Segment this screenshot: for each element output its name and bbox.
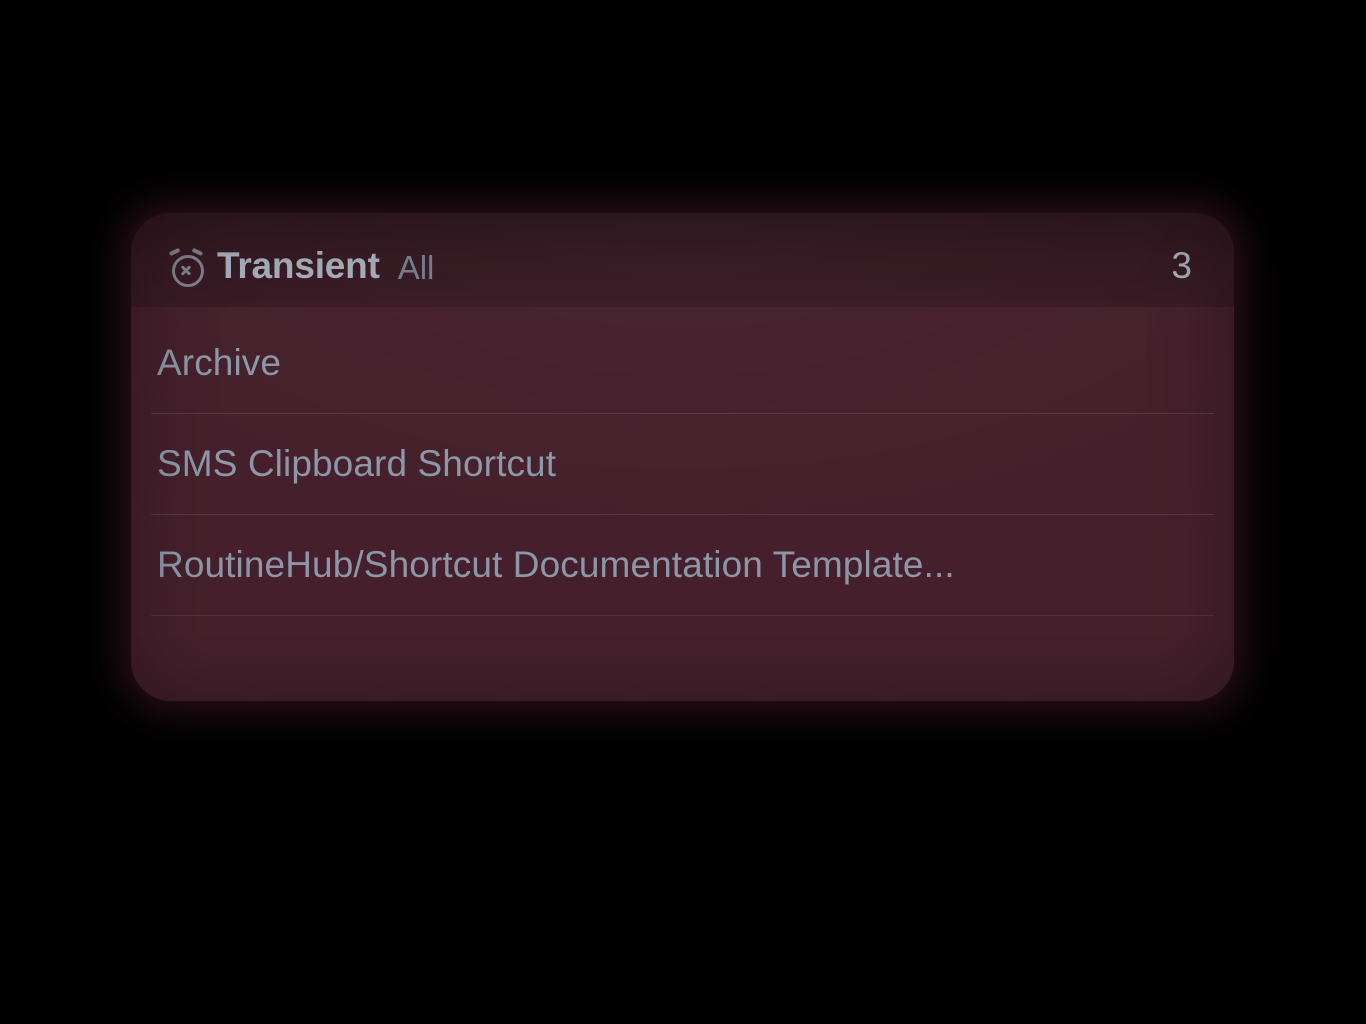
widget-list: Archive SMS Clipboard Shortcut RoutineHu… [131, 307, 1234, 616]
header-icon-wrap [161, 249, 211, 283]
alarm-cancel-icon [167, 249, 205, 283]
list-item[interactable]: SMS Clipboard Shortcut [151, 414, 1214, 515]
widget-item-count: 3 [1171, 245, 1198, 287]
notes-widget-transient[interactable]: Transient All 3 Archive SMS Clipboard Sh… [131, 213, 1234, 701]
widget-title: Transient [217, 245, 380, 287]
list-item[interactable]: Archive [151, 313, 1214, 414]
list-item-label: Archive [157, 342, 281, 384]
list-item[interactable]: RoutineHub/Shortcut Documentation Templa… [151, 515, 1214, 616]
list-item-label: SMS Clipboard Shortcut [157, 443, 556, 485]
widget-filter-label[interactable]: All [398, 249, 435, 287]
widget-header[interactable]: Transient All 3 [131, 213, 1234, 307]
list-item-label: RoutineHub/Shortcut Documentation Templa… [157, 544, 955, 586]
